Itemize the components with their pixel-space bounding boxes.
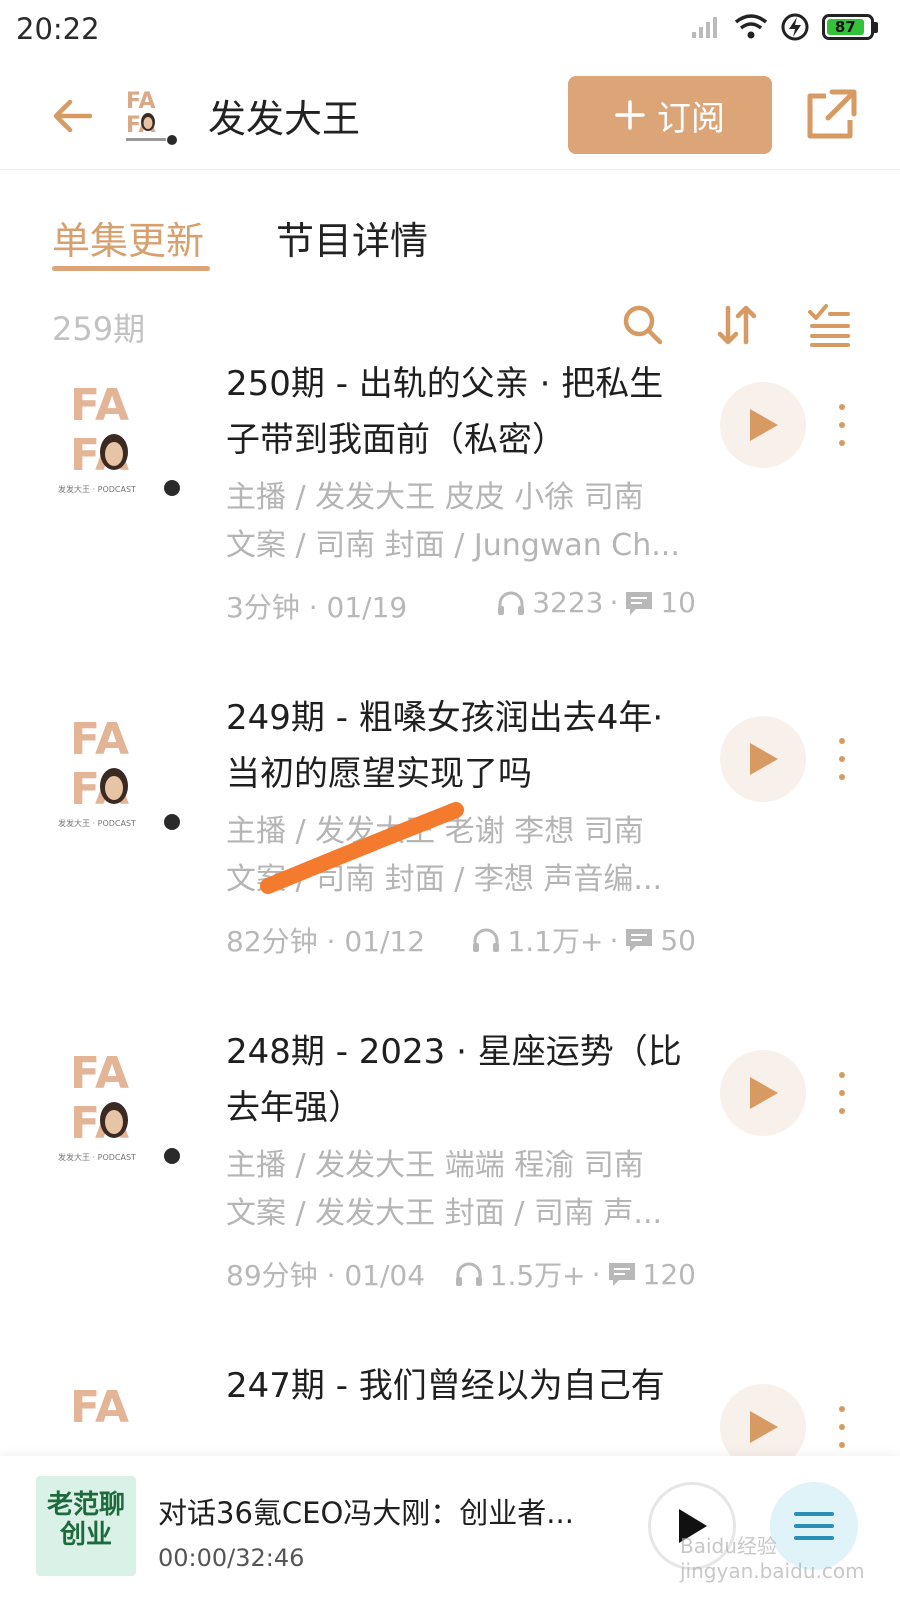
svg-text:FA: FA: [70, 1382, 129, 1433]
play-icon: [750, 743, 778, 775]
episode-stats: 1.5万+ · 120: [454, 1254, 696, 1294]
play-icon: [750, 1411, 778, 1443]
signal-icon: [692, 17, 717, 38]
episode-count: 259期: [52, 310, 146, 348]
more-options-icon[interactable]: [830, 400, 854, 450]
list-toolbar: 259期: [0, 296, 900, 356]
comment-count: 50: [660, 923, 696, 957]
episode-meta: 89分钟 · 01/04 1.5万+ · 120: [226, 1250, 696, 1293]
tab-details[interactable]: 节目详情: [276, 210, 428, 265]
episode-credits: 主播 / 发发大王 皮皮 小徐 司南 文案 / 司南 封面 / Jungwan …: [226, 474, 696, 570]
episode-item[interactable]: FA 247期 - 我们曾经以为自己有: [0, 1358, 900, 1456]
battery-level: 87: [827, 18, 864, 36]
play-button[interactable]: [720, 382, 806, 468]
episode-cover: FA FA 发发大王 · PODCAST: [58, 1048, 180, 1164]
credit-line: 主播 / 发发大王 老谢 李想 司南: [226, 814, 644, 849]
watermark: Baidu经验 jingyan.baidu.com: [680, 1534, 865, 1583]
play-icon: [750, 1077, 778, 1109]
status-time: 20:22: [16, 12, 100, 46]
credit-line: 主播 / 发发大王 皮皮 小徐 司南: [226, 480, 644, 515]
episode-stats: 3223 · 10: [496, 586, 696, 619]
credit-line: 主播 / 发发大王 端端 程渝 司南: [226, 1148, 644, 1183]
episode-title[interactable]: 249期 - 粗嗓女孩润出去4年·当初的愿望实现了吗: [226, 690, 696, 802]
credit-line: 文案 / 司南 封面 / 李想 声音编...: [226, 862, 663, 897]
tab-episodes[interactable]: 单集更新: [52, 210, 204, 265]
now-playing-title[interactable]: 对话36氪CEO冯大刚：创业者...: [158, 1490, 598, 1532]
svg-text:发发大王 · PODCAST: 发发大王 · PODCAST: [58, 1152, 136, 1162]
subscribe-label: 订阅: [657, 98, 725, 139]
episode-cover: FA FA 发发大王 · PODCAST: [58, 380, 180, 496]
podcast-logo: FA FA: [126, 89, 177, 145]
filter-list-icon[interactable]: [804, 300, 854, 350]
tab-bar: 单集更新 节目详情: [0, 200, 900, 280]
play-button[interactable]: [720, 1050, 806, 1136]
back-arrow-icon: [53, 99, 92, 133]
comment-icon: [626, 591, 653, 615]
more-options-icon[interactable]: [830, 734, 854, 784]
charging-icon: [781, 13, 809, 41]
wifi-icon: [734, 14, 768, 39]
battery-icon: 87: [822, 14, 878, 40]
episode-meta: 82分钟 · 01/12 1.1万+ · 50: [226, 916, 696, 959]
comment-count: 10: [660, 586, 696, 619]
headphones-icon: [473, 928, 500, 952]
header: FA FA 发发大王 订阅: [0, 62, 900, 170]
episode-credits: 主播 / 发发大王 端端 程渝 司南 文案 / 发发大王 封面 / 司南 声..…: [226, 1142, 696, 1238]
episode-title[interactable]: 247期 - 我们曾经以为自己有: [226, 1358, 696, 1414]
now-playing-cover-text: 老范聊创业: [46, 1490, 125, 1550]
episode-duration-date: 89分钟 · 01/04: [226, 1259, 426, 1292]
svg-text:FA: FA: [70, 380, 129, 431]
play-button[interactable]: [720, 716, 806, 802]
separator: ·: [591, 1257, 601, 1291]
credit-line: 文案 / 发发大王 封面 / 司南 声...: [226, 1196, 663, 1231]
comment-icon: [608, 1263, 635, 1286]
headphones-icon: [455, 1262, 482, 1286]
episode-item[interactable]: FA FA 发发大王 · PODCAST 249期 - 粗嗓女孩润出去4年·当初…: [0, 690, 900, 1030]
back-button[interactable]: [44, 88, 100, 144]
tab-active-indicator: [52, 266, 210, 271]
svg-text:发发大王 · PODCAST: 发发大王 · PODCAST: [58, 484, 136, 494]
status-bar: 20:22 87: [0, 0, 900, 62]
play-count: 1.5万+: [489, 1259, 586, 1292]
svg-text:发发大王 · PODCAST: 发发大王 · PODCAST: [58, 818, 136, 828]
more-options-icon[interactable]: [830, 1402, 854, 1452]
plus-icon: [615, 100, 645, 130]
separator: ·: [609, 586, 619, 619]
more-options-icon[interactable]: [830, 1068, 854, 1118]
episode-credits: 主播 / 发发大王 老谢 李想 司南 文案 / 司南 封面 / 李想 声音编..…: [226, 808, 696, 904]
now-playing-time: 00:00/32:46: [158, 1544, 305, 1572]
episode-stats: 1.1万+ · 50: [471, 920, 696, 960]
episode-cover: FA: [70, 1382, 129, 1433]
separator: ·: [609, 923, 619, 957]
play-count: 1.1万+: [507, 925, 604, 958]
play-icon: [750, 409, 778, 441]
comment-count: 120: [642, 1257, 696, 1291]
episode-item[interactable]: FA FA 发发大王 · PODCAST 248期 - 2023 · 星座运势（…: [0, 1024, 900, 1364]
search-icon[interactable]: [618, 300, 668, 350]
episode-title[interactable]: 248期 - 2023 · 星座运势（比去年强）: [226, 1024, 696, 1136]
svg-text:FA: FA: [70, 1048, 129, 1099]
share-icon[interactable]: [800, 86, 860, 146]
episode-cover: FA FA 发发大王 · PODCAST: [58, 714, 180, 830]
play-count: 3223: [532, 586, 604, 619]
play-button[interactable]: [720, 1384, 806, 1456]
subscribe-button[interactable]: 订阅: [568, 76, 772, 154]
episode-meta: 3分钟 · 01/19 3223 · 10: [226, 582, 696, 624]
svg-text:FA: FA: [70, 714, 129, 765]
comment-icon: [626, 929, 653, 952]
episode-duration-date: 3分钟 · 01/19: [226, 591, 408, 624]
podcast-title: 发发大王: [208, 97, 361, 141]
status-icons: 87: [690, 12, 878, 42]
episode-duration-date: 82分钟 · 01/12: [226, 925, 426, 958]
svg-text:FA: FA: [126, 89, 156, 114]
episode-item[interactable]: FA FA 发发大王 · PODCAST 250期 - 出轨的父亲 · 把私生子…: [0, 356, 900, 696]
sort-icon[interactable]: [712, 300, 762, 350]
now-playing-cover: 老范聊创业: [36, 1476, 136, 1576]
credit-line: 文案 / 司南 封面 / Jungwan Ch...: [226, 528, 680, 563]
episode-title[interactable]: 250期 - 出轨的父亲 · 把私生子带到我面前（私密）: [226, 356, 696, 468]
headphones-icon: [498, 591, 525, 615]
